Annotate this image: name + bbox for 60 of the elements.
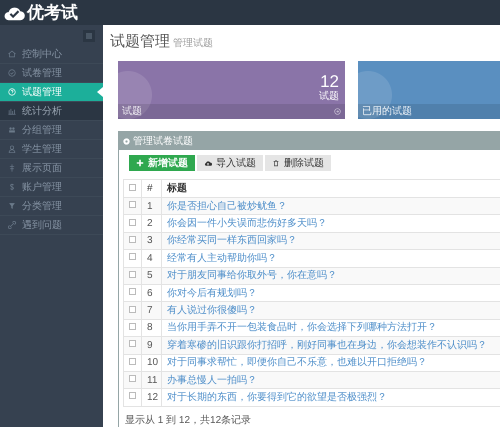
card-footer-label: 试题 xyxy=(122,104,142,119)
sidebar-item[interactable]: 分类管理 xyxy=(0,197,103,216)
table-cell: 7 xyxy=(142,302,162,320)
page-title: 试题管理 xyxy=(110,34,170,49)
table-cell: 4 xyxy=(142,250,162,268)
bar-chart-icon xyxy=(7,106,17,116)
table-cell: 2 xyxy=(142,214,162,232)
group-icon xyxy=(7,125,17,135)
card-footer-label: 已用的试题 xyxy=(362,104,412,119)
question-link[interactable]: 有人说过你很傻吗？ xyxy=(167,305,257,316)
link-icon xyxy=(7,220,17,230)
trash-icon xyxy=(272,159,280,167)
button[interactable]: 删除试题 xyxy=(265,155,331,171)
panel-title: 管理试卷试题 xyxy=(133,134,193,148)
sidebar-item[interactable]: 控制中心 xyxy=(0,45,103,64)
sidebar-item[interactable]: 展示页面 xyxy=(0,159,103,178)
sidebar-item[interactable]: 分组管理 xyxy=(0,121,103,140)
checkbox[interactable] xyxy=(129,253,136,260)
user-icon xyxy=(7,144,17,154)
question-link[interactable]: 你对今后有规划吗？ xyxy=(167,288,257,299)
button[interactable]: 导入试题 xyxy=(197,155,263,171)
page-subtitle: 管理试题 xyxy=(173,39,213,49)
menu-icon xyxy=(83,30,95,42)
card-unit: 试题 xyxy=(319,92,339,102)
arrow-circle-icon xyxy=(334,108,341,115)
checkbox[interactable] xyxy=(129,340,136,348)
table-cell: 9 xyxy=(142,336,162,354)
button[interactable]: 新增试题 xyxy=(129,155,195,171)
checkbox[interactable] xyxy=(129,201,136,208)
checkbox[interactable] xyxy=(129,288,136,296)
table-cell: 5 xyxy=(142,267,162,284)
sidebar-item[interactable]: 统计分析 xyxy=(0,102,103,121)
checkbox[interactable] xyxy=(129,322,136,330)
sidebar-item[interactable]: 账户管理 xyxy=(0,178,103,197)
sidebar-item[interactable]: 学生管理 xyxy=(0,140,103,159)
column-header: 标题 xyxy=(162,180,500,198)
checkbox[interactable] xyxy=(129,270,136,278)
sidebar-item[interactable]: 试题管理 xyxy=(0,83,103,102)
circle-icon xyxy=(123,138,130,144)
checkbox[interactable] xyxy=(129,392,136,400)
table-cell: 10 xyxy=(142,354,162,372)
card-count: 12 xyxy=(320,73,339,90)
home-icon xyxy=(7,49,17,59)
table-cell: 12 xyxy=(142,388,162,406)
question-link[interactable]: 办事总慢人一拍吗？ xyxy=(167,374,257,386)
checkbox[interactable] xyxy=(129,375,136,382)
plus-icon xyxy=(136,159,144,167)
cloud-upload-icon xyxy=(204,159,212,167)
brand-name: 优考试 xyxy=(27,2,78,24)
checkbox[interactable] xyxy=(129,358,136,365)
dollar-icon xyxy=(7,182,17,192)
checkbox[interactable] xyxy=(129,306,136,313)
record-count-text: 显示从 1 到 12，共12条记录 xyxy=(125,414,252,427)
filter-icon xyxy=(7,201,17,211)
sidebar-item[interactable]: 遇到问题 xyxy=(0,216,103,235)
check-circle-icon xyxy=(7,68,17,78)
checkbox[interactable] xyxy=(129,184,136,191)
checkbox[interactable] xyxy=(129,236,136,243)
checkbox[interactable] xyxy=(129,218,136,226)
question-circle-icon xyxy=(7,87,17,97)
